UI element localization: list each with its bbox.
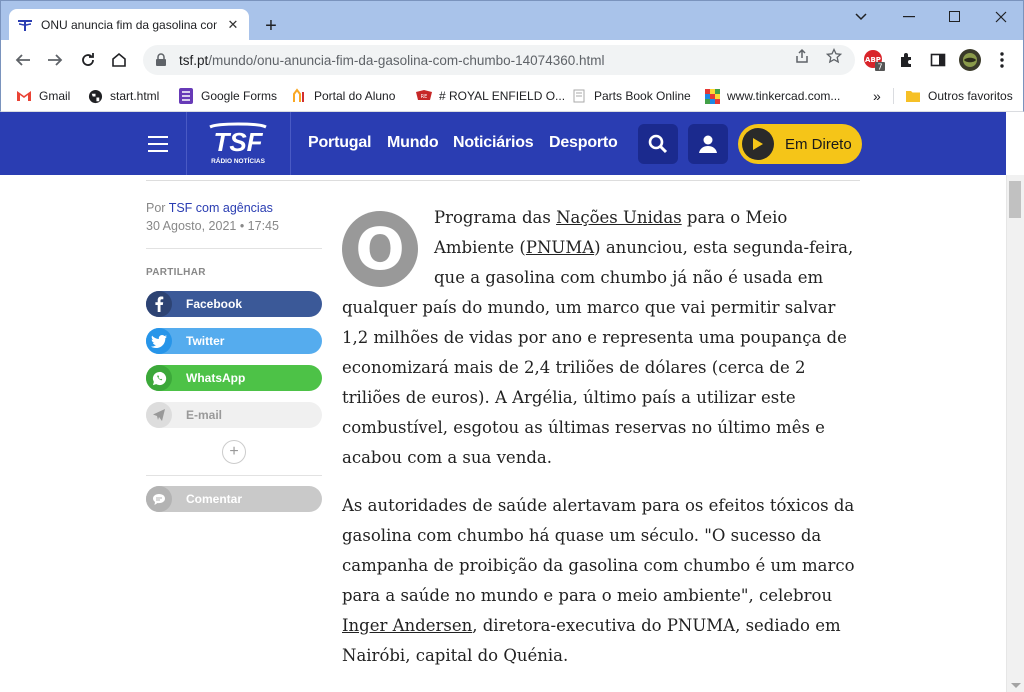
close-window-icon[interactable] — [979, 5, 1023, 29]
bookmark-gmail[interactable]: Gmail — [16, 86, 70, 106]
bookmark-start[interactable]: start.html — [87, 86, 159, 106]
comment-button[interactable]: Comentar — [146, 486, 322, 512]
home-icon[interactable] — [107, 48, 131, 72]
browser-chrome: ONU anuncia fim da gasolina com chumbo ✕… — [0, 0, 1024, 112]
share-email-button[interactable]: E-mail — [146, 402, 322, 428]
hamburger-menu-icon[interactable] — [148, 136, 168, 152]
svg-text:7: 7 — [877, 63, 882, 72]
address-bar[interactable]: tsf.pt/mundo/onu-anuncia-fim-da-gasolina… — [143, 45, 855, 75]
header-divider — [186, 112, 187, 175]
nav-mundo[interactable]: Mundo — [387, 134, 439, 152]
nav-portugal[interactable]: Portugal — [308, 134, 371, 152]
search-icon — [648, 134, 668, 154]
link-inger-andersen[interactable]: Inger Andersen — [342, 616, 472, 635]
divider — [146, 475, 322, 476]
article-body: O Programa das Nações Unidas para o Meio … — [342, 203, 862, 689]
paragraph-2: As autoridades de saúde alertavam para o… — [342, 496, 855, 665]
paper-plane-icon — [146, 402, 172, 428]
svg-text:TSF: TSF — [213, 127, 263, 157]
globe-icon — [87, 88, 103, 104]
live-label: Em Direto — [785, 135, 852, 153]
side-panel-icon[interactable] — [927, 49, 949, 71]
portal-icon — [291, 88, 307, 104]
tab-close-icon[interactable]: ✕ — [225, 17, 241, 33]
nav-noticiarios[interactable]: Noticiários — [453, 134, 534, 152]
nav-desporto[interactable]: Desporto — [549, 134, 618, 152]
play-icon — [742, 128, 774, 160]
forms-icon — [178, 88, 194, 104]
url-text: tsf.pt/mundo/onu-anuncia-fim-da-gasolina… — [179, 52, 605, 68]
puzzle-extensions-icon[interactable] — [896, 49, 918, 71]
avatar[interactable] — [959, 49, 981, 71]
author-link[interactable]: TSF com agências — [169, 201, 273, 215]
user-button[interactable] — [688, 124, 728, 164]
bookmarks-bar: Gmail start.html Google Forms Portal do … — [0, 80, 1024, 112]
chevron-down-icon[interactable] — [839, 5, 883, 29]
parts-book-icon — [571, 88, 587, 104]
link-pnuma[interactable]: PNUMA — [526, 238, 594, 257]
bookmark-portal-aluno[interactable]: Portal do Aluno — [291, 86, 395, 106]
browser-tab[interactable]: ONU anuncia fim da gasolina com chumbo ✕ — [9, 9, 249, 41]
tsf-logo[interactable]: TSF RÁDIO NOTÍCIAS — [206, 121, 270, 167]
royal-enfield-icon: RE — [416, 88, 432, 104]
reload-icon[interactable] — [76, 48, 100, 72]
forward-icon[interactable] — [43, 48, 67, 72]
minimize-icon[interactable] — [887, 5, 931, 29]
menu-dots-icon[interactable] — [991, 49, 1013, 71]
bookmark-other-favorites[interactable]: Outros favoritos — [905, 86, 1013, 106]
byline: Por TSF com agências — [146, 201, 273, 215]
bookmark-tinkercad[interactable]: www.tinkercad.com... — [704, 86, 840, 106]
link-nacoes-unidas[interactable]: Nações Unidas — [556, 208, 682, 227]
tab-strip: ONU anuncia fim da gasolina com chumbo ✕… — [0, 0, 1024, 41]
share-twitter-button[interactable]: Twitter — [146, 328, 322, 354]
whatsapp-icon — [146, 365, 172, 391]
live-button[interactable]: Em Direto — [738, 124, 862, 164]
more-bookmarks-icon[interactable]: » — [873, 86, 881, 106]
more-share-icon[interactable]: + — [222, 440, 246, 464]
divider — [146, 180, 860, 181]
new-tab-button[interactable]: + — [259, 14, 283, 38]
article-content: Por TSF com agências 30 Agosto, 2021 • 1… — [0, 175, 1006, 692]
bookmark-royal-enfield[interactable]: RE # ROYAL ENFIELD O... — [416, 86, 565, 106]
paragraph-1: O Programa das Nações Unidas para o Meio … — [342, 208, 854, 467]
user-icon — [699, 135, 717, 153]
header-divider — [290, 112, 291, 175]
bookmark-parts-book[interactable]: Parts Book Online — [571, 86, 691, 106]
folder-icon — [905, 88, 921, 104]
divider — [146, 248, 322, 249]
lock-icon[interactable] — [155, 53, 169, 67]
svg-text:RÁDIO NOTÍCIAS: RÁDIO NOTÍCIAS — [211, 156, 265, 165]
tinkercad-icon — [704, 88, 720, 104]
share-title: PARTILHAR — [146, 267, 206, 278]
scroll-down-icon[interactable] — [1011, 683, 1021, 688]
share-facebook-button[interactable]: Facebook — [146, 291, 322, 317]
drop-cap: O — [342, 211, 418, 287]
page-scrollbar[interactable] — [1006, 175, 1024, 692]
tsf-favicon-icon — [17, 17, 33, 33]
comment-icon — [146, 486, 172, 512]
gmail-icon — [16, 88, 32, 104]
site-header: TSF RÁDIO NOTÍCIAS Portugal Mundo Notici… — [0, 112, 1006, 175]
bookmark-google-forms[interactable]: Google Forms — [178, 86, 277, 106]
back-icon[interactable] — [11, 48, 35, 72]
facebook-icon — [146, 291, 172, 317]
scrollbar-thumb[interactable] — [1009, 181, 1021, 218]
tab-title: ONU anuncia fim da gasolina com chumbo — [41, 18, 217, 32]
share-whatsapp-button[interactable]: WhatsApp — [146, 365, 322, 391]
maximize-icon[interactable] — [933, 5, 977, 29]
share-page-icon[interactable] — [793, 47, 811, 65]
publish-date: 30 Agosto, 2021 • 17:45 — [146, 219, 279, 233]
star-icon[interactable] — [825, 47, 843, 65]
svg-text:RE: RE — [421, 94, 428, 100]
bookmarks-divider — [893, 88, 894, 104]
adblock-extension-icon[interactable]: ABP 7 — [863, 49, 885, 71]
browser-toolbar: tsf.pt/mundo/onu-anuncia-fim-da-gasolina… — [0, 40, 1024, 80]
search-button[interactable] — [638, 124, 678, 164]
twitter-icon — [146, 328, 172, 354]
